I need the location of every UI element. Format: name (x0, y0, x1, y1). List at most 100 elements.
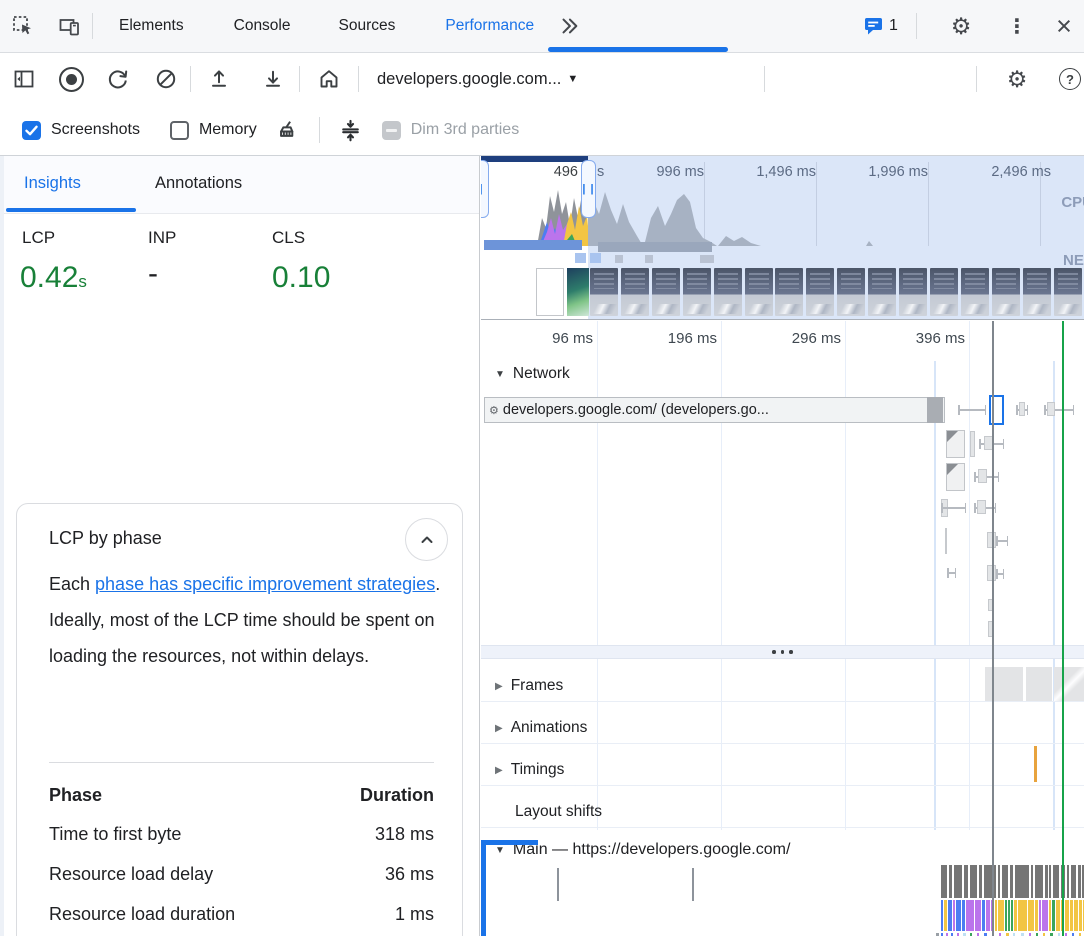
flame-bar (986, 900, 990, 931)
selected-track-indicator (481, 840, 538, 845)
phase-header: Phase (49, 785, 102, 806)
collapse-triangle-icon: ▼ (495, 369, 505, 380)
selection-left-handle[interactable]: | (481, 160, 489, 218)
screenshot-frame (745, 268, 773, 316)
device-toolbar-icon[interactable] (46, 0, 92, 52)
inp-label: INP (148, 228, 176, 248)
flame-bar (1035, 865, 1043, 898)
frame-screenshot (1026, 667, 1052, 702)
settings-gear-icon[interactable]: ⚙ (940, 0, 982, 52)
frames-track-header[interactable]: ▶ Frames (495, 671, 563, 701)
phase-strategies-link[interactable]: phase has specific improvement strategie… (95, 574, 435, 594)
tab-annotations[interactable]: Annotations (155, 174, 242, 193)
screenshot-frame (868, 268, 896, 316)
record-icon[interactable] (48, 53, 94, 105)
kebab-menu-icon[interactable]: ⋮ (998, 0, 1036, 52)
screenshot-frame-blank (536, 268, 564, 316)
flame-bar (1074, 900, 1078, 931)
screenshot-frame (1023, 268, 1051, 316)
flame-bar (1008, 900, 1010, 931)
collect-garbage-icon[interactable] (257, 105, 319, 155)
lcp-label: LCP (22, 228, 55, 248)
screenshot-frame (992, 268, 1020, 316)
network-request-main[interactable]: ⚙ developers.google.com/ (developers.go.… (484, 397, 945, 423)
console-message-badge[interactable]: 1 (862, 14, 898, 38)
flame-bar (970, 865, 977, 898)
lcp-value[interactable]: 0.42s (20, 261, 87, 295)
memory-checkbox[interactable] (170, 121, 189, 140)
dropdown-arrow-icon: ▼ (567, 73, 578, 85)
flame-bar (1010, 865, 1013, 898)
timing-marker[interactable] (1034, 746, 1037, 782)
tab-sources[interactable]: Sources (335, 17, 400, 35)
flame-tick-line (557, 868, 559, 901)
divider (976, 66, 977, 92)
flame-bar (953, 900, 955, 931)
upload-profile-icon[interactable] (191, 53, 247, 105)
lcp-by-phase-card[interactable]: LCP by phase Each phase has specific imp… (16, 503, 463, 936)
tab-insights[interactable]: Insights (24, 174, 81, 193)
tab-performance[interactable]: Performance (441, 17, 538, 35)
close-devtools-icon[interactable]: × (1044, 0, 1084, 52)
flame-tick-line (692, 868, 694, 901)
timeline-detail[interactable]: 96 ms196 ms296 ms396 ms ▼ Network ⚙ deve… (481, 321, 1084, 936)
flame-bar (998, 865, 1000, 898)
cls-label: CLS (272, 228, 305, 248)
help-icon[interactable]: ? (1050, 53, 1084, 105)
divider (916, 13, 917, 39)
screenshots-label: Screenshots (51, 121, 140, 139)
tab-console[interactable]: Console (230, 17, 295, 35)
request-whisker (996, 573, 1004, 575)
flame-bar (956, 900, 961, 931)
timeline-overview[interactable]: 496996 ms1,496 ms1,996 ms2,496 ms CPU NE… (481, 156, 1084, 320)
table-row: Resource load duration1 ms (49, 894, 434, 934)
request-gear-icon: ⚙ (489, 404, 499, 417)
flame-bar (941, 900, 943, 931)
flame-bar (975, 900, 981, 931)
network-resize-handle[interactable] (481, 645, 1084, 659)
more-tabs-icon[interactable] (546, 0, 592, 52)
collapse-triangle-icon: ▼ (495, 845, 505, 856)
flame-bar (1056, 900, 1060, 931)
playhead-line (992, 321, 994, 936)
detail-ruler: 96 ms196 ms296 ms396 ms (481, 321, 1084, 361)
request-whisker (958, 409, 986, 411)
flame-bar (966, 900, 974, 931)
timings-track-header[interactable]: ▶ Timings (495, 755, 564, 785)
animations-track-header[interactable]: ▶ Animations (495, 713, 587, 743)
cls-value[interactable]: 0.10 (272, 261, 330, 295)
toggle-sidebar-icon[interactable] (0, 53, 48, 105)
capture-settings-gear-icon[interactable]: ⚙ (996, 53, 1038, 105)
insights-sidebar: Insights Annotations LCP 0.42s INP - CLS… (0, 156, 480, 936)
home-icon[interactable] (300, 53, 358, 105)
selection-right-handle[interactable]: | | (581, 160, 596, 218)
flame-bar (1002, 865, 1008, 898)
frame-boundary-line (934, 361, 936, 830)
flame-bar (1018, 900, 1027, 931)
drag-dots-icon (481, 646, 1084, 658)
duration-header: Duration (360, 785, 434, 806)
screenshots-checkbox[interactable] (22, 121, 41, 140)
history-url-selector[interactable]: developers.google.com... ▼ (377, 70, 578, 89)
download-profile-icon[interactable] (247, 53, 299, 105)
reload-and-record-icon[interactable] (94, 53, 142, 105)
flame-bar (964, 865, 968, 898)
tab-elements[interactable]: Elements (115, 17, 188, 35)
dim-third-parties-label: Dim 3rd parties (411, 121, 519, 139)
main-track-header[interactable]: ▼ Main — https://developers.google.com/ (495, 835, 790, 865)
clear-icon[interactable] (142, 53, 190, 105)
flame-bar (1049, 900, 1051, 931)
flame-bar (1078, 865, 1081, 898)
network-track-header[interactable]: ▼ Network (495, 365, 570, 383)
expand-triangle-icon: ▶ (495, 723, 503, 734)
phase-table: Phase Duration Time to first byte318 ms … (49, 776, 434, 936)
dim-third-parties-checkbox[interactable] (382, 121, 401, 140)
divider (764, 66, 765, 92)
screenshot-frame (961, 268, 989, 316)
collapse-card-button[interactable] (405, 518, 448, 561)
frame-boundary-line (1053, 361, 1055, 830)
layout-shifts-track-header[interactable]: Layout shifts (515, 797, 602, 827)
collapse-tracks-icon[interactable] (320, 105, 382, 155)
inspect-element-icon[interactable] (0, 0, 46, 52)
flame-bar (1052, 900, 1055, 931)
